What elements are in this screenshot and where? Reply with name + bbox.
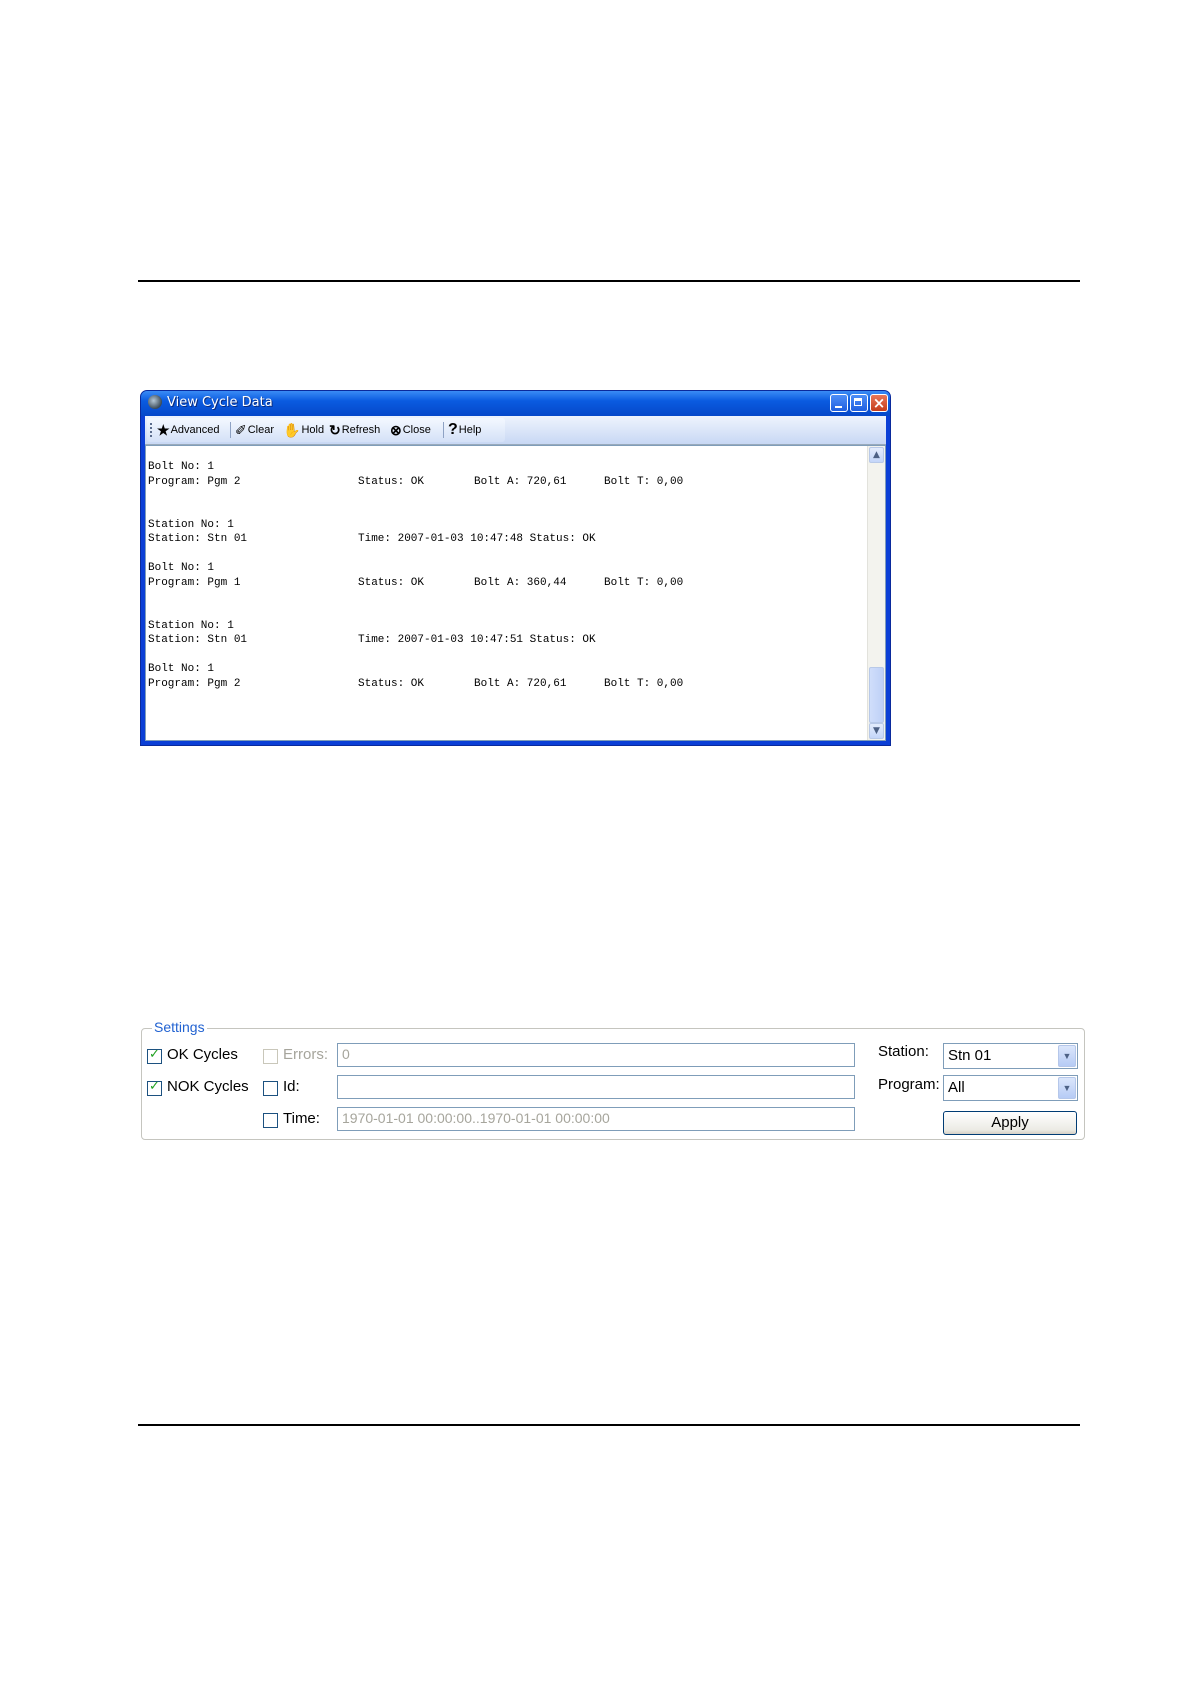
chevron-down-icon[interactable]: ▼	[1058, 1045, 1076, 1067]
eraser-icon: ✐	[235, 422, 247, 438]
nok-cycles-label[interactable]: NOK Cycles	[167, 1078, 249, 1095]
toolbar: ★Advanced ✐Clear ✋Hold ↻Refresh ⊗Close ?…	[145, 416, 886, 445]
hold-button[interactable]: ✋Hold	[283, 421, 324, 439]
toolbar-separator	[230, 422, 231, 438]
refresh-icon: ↻	[329, 422, 341, 438]
errors-field: 0	[337, 1043, 855, 1067]
time-label[interactable]: Time:	[283, 1110, 320, 1127]
program-label: Program:	[878, 1076, 940, 1093]
program-select[interactable]: All ▼	[943, 1075, 1078, 1101]
ok-cycles-checkbox[interactable]	[147, 1047, 162, 1064]
page-top-rule	[138, 280, 1080, 282]
help-button[interactable]: ?Help	[448, 421, 481, 439]
chevron-down-icon[interactable]: ▼	[1058, 1077, 1076, 1099]
time-checkbox[interactable]	[263, 1113, 278, 1128]
page-bottom-rule	[138, 1424, 1080, 1426]
chevron-up-icon: ▲	[873, 450, 880, 460]
errors-label: Errors:	[283, 1046, 328, 1063]
refresh-label: Refresh	[341, 424, 381, 436]
close-window-button[interactable]: ×	[870, 394, 888, 412]
errors-checkbox	[263, 1049, 278, 1064]
station-selected-value: Stn 01	[948, 1047, 992, 1064]
apply-button[interactable]: Apply	[943, 1111, 1077, 1135]
refresh-button[interactable]: ↻Refresh	[329, 421, 380, 439]
maximize-button[interactable]	[850, 394, 868, 412]
close-circle-icon: ⊗	[390, 422, 402, 438]
toolbar-group: ★Advanced ✐Clear ✋Hold ↻Refresh ⊗Close ?…	[147, 418, 505, 442]
window-title: View Cycle Data	[167, 395, 273, 410]
id-label[interactable]: Id:	[283, 1078, 300, 1095]
view-cycle-data-window: View Cycle Data × ★Advanced ✐Clear ✋Hold…	[140, 390, 891, 746]
clear-label: Clear	[247, 424, 275, 436]
settings-legend: Settings	[152, 1019, 207, 1035]
id-field[interactable]	[337, 1075, 855, 1099]
help-label: Help	[458, 424, 482, 436]
clear-button[interactable]: ✐Clear	[235, 421, 274, 439]
time-range-field[interactable]: 1970-01-01 00:00:00..1970-01-01 00:00:00	[337, 1107, 855, 1131]
toolbar-grip[interactable]	[150, 423, 152, 438]
app-icon	[148, 395, 162, 409]
scroll-down-button[interactable]: ▼	[869, 723, 884, 739]
help-icon: ?	[448, 421, 458, 438]
advanced-button[interactable]: ★Advanced	[157, 421, 220, 439]
program-selected-value: All	[948, 1079, 965, 1096]
chevron-down-icon: ▼	[873, 726, 880, 736]
vertical-scrollbar[interactable]: ▲ ▼	[867, 446, 885, 740]
id-checkbox[interactable]	[263, 1081, 278, 1096]
close-icon: ×	[872, 394, 886, 412]
nok-cycles-checkbox[interactable]	[147, 1079, 162, 1096]
advanced-label: Advanced	[170, 424, 220, 436]
close-button[interactable]: ⊗Close	[390, 421, 431, 439]
scroll-thumb[interactable]	[869, 667, 884, 723]
cycle-data-log[interactable]: Bolt No: 1 Program: Pgm 2 Status: OK Bolt …	[145, 445, 886, 741]
toolbar-separator	[443, 422, 444, 438]
station-label: Station:	[878, 1043, 929, 1060]
station-select[interactable]: Stn 01 ▼	[943, 1043, 1078, 1069]
hold-label: Hold	[301, 424, 325, 436]
close-label: Close	[402, 424, 431, 436]
ok-cycles-label[interactable]: OK Cycles	[167, 1046, 238, 1063]
scroll-up-button[interactable]: ▲	[869, 447, 884, 463]
title-bar[interactable]: View Cycle Data ×	[141, 391, 890, 416]
hand-icon: ✋	[283, 422, 301, 438]
star-icon: ★	[157, 422, 170, 438]
minimize-button[interactable]	[830, 394, 848, 412]
